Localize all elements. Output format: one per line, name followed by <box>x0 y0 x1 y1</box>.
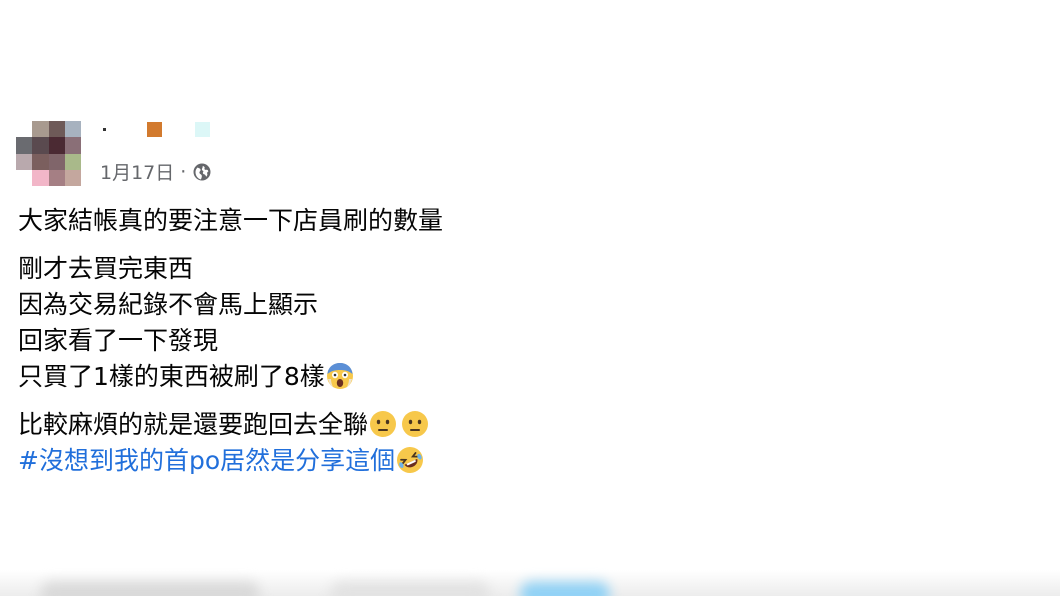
neutral-face-emoji-icon <box>402 411 429 437</box>
avatar[interactable] <box>16 121 81 186</box>
post-line-text: 比較麻煩的就是還要跑回去全聯 <box>18 410 369 439</box>
post-line: 剛才去買完東西 <box>18 254 194 283</box>
rofl-emoji-icon <box>397 447 424 473</box>
post-date[interactable]: 1月17日 <box>100 158 174 185</box>
post-line-with-emoji: 只買了1樣的東西被刷了8樣 <box>18 359 443 395</box>
post-line-with-emoji: 比較麻煩的就是還要跑回去全聯 <box>18 407 443 443</box>
globe-icon[interactable] <box>192 162 212 182</box>
neutral-face-emoji-icon <box>370 411 397 437</box>
meta-separator: · <box>180 160 187 183</box>
post-meta: 1月17日 · <box>100 158 212 185</box>
post-body: 大家結帳真的要注意一下店員刷的數量 剛才去買完東西 因為交易紀錄不會馬上顯示 回… <box>18 203 443 479</box>
hashtag-link[interactable]: #沒想到我的首po居然是分享這個 <box>18 446 395 475</box>
blurred-bottom-area <box>0 570 1060 596</box>
post-line: 回家看了一下發現 <box>18 326 219 355</box>
post-line: 大家結帳真的要注意一下店員刷的數量 <box>18 206 444 235</box>
post-line: 因為交易紀錄不會馬上顯示 <box>18 290 319 319</box>
hashtag-line: #沒想到我的首po居然是分享這個 <box>18 443 443 479</box>
post-line-text: 只買了1樣的東西被刷了8樣 <box>18 362 325 391</box>
facebook-post: 1月17日 · 大家結帳真的要注意一下店員刷的數量 剛才去買完東西 因為交易紀錄… <box>0 0 1060 596</box>
scream-emoji-icon <box>326 363 353 389</box>
